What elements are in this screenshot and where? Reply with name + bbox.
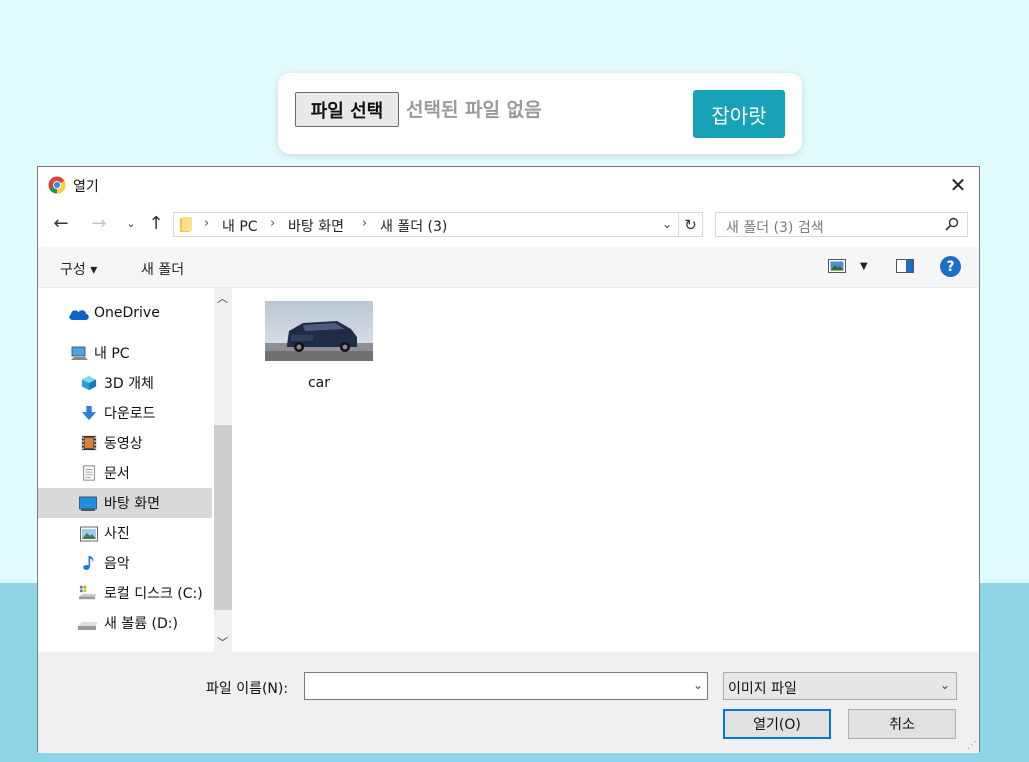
nav-item-downloads[interactable]: 다운로드	[38, 398, 212, 428]
choose-file-button[interactable]: 파일 선택	[295, 92, 399, 127]
nav-item-3d-objects[interactable]: 3D 개체	[38, 368, 212, 398]
nav-item-label: 로컬 디스크 (C:)	[104, 586, 203, 602]
breadcrumb-separator-icon: ›	[204, 216, 210, 231]
nav-item-label: OneDrive	[94, 305, 160, 321]
close-button[interactable]: ✕	[947, 173, 969, 197]
forward-button[interactable]: →	[88, 213, 110, 234]
picture-icon	[80, 526, 98, 542]
navigation-pane: OneDrive 내 PC 3D 개체 다운로드 동영상 문서 바탕 화면 사진…	[38, 288, 214, 652]
filetype-select[interactable]: 이미지 파일 ⌄	[723, 672, 957, 700]
nav-item-pictures[interactable]: 사진	[38, 518, 212, 548]
file-status-text: 선택된 파일 없음	[406, 99, 542, 121]
nav-item-local-disk-c[interactable]: 로컬 디스크 (C:)	[38, 578, 212, 608]
submit-button[interactable]: 잡아랏	[693, 90, 785, 138]
resize-grip-icon[interactable]: ⋰	[967, 740, 977, 751]
nav-item-label: 음악	[104, 556, 130, 572]
help-button[interactable]: ?	[940, 256, 961, 277]
breadcrumb-desktop[interactable]: 바탕 화면	[288, 216, 344, 236]
filetype-chevron-icon: ⌄	[939, 678, 950, 692]
view-options-dropdown-icon[interactable]: ▼	[860, 261, 868, 272]
search-icon	[945, 217, 959, 231]
navigation-bar: ← → ⌄ ↑ › 내 PC › 바탕 화면 › 새 폴더 (3) ⌄ ↻ 새 …	[38, 203, 979, 247]
dialog-title: 열기	[73, 179, 99, 195]
nav-item-label: 동영상	[104, 436, 143, 452]
cancel-button[interactable]: 취소	[848, 709, 956, 739]
drive-icon	[79, 585, 97, 600]
refresh-button[interactable]: ↻	[678, 212, 703, 237]
command-bar: 구성 ▾ 새 폴더 ▼ ?	[38, 247, 979, 288]
nav-item-label: 새 볼륨 (D:)	[104, 616, 178, 632]
nav-item-videos[interactable]: 동영상	[38, 428, 212, 458]
nav-item-volume-d[interactable]: 새 볼륨 (D:)	[38, 608, 212, 638]
scroll-down-chevron-icon[interactable]: ﹀	[217, 634, 228, 650]
up-button[interactable]: ↑	[145, 213, 167, 234]
cube-icon	[81, 375, 97, 391]
search-placeholder: 새 폴더 (3) 검색	[726, 220, 824, 236]
chrome-icon	[48, 176, 66, 194]
scrollbar-thumb[interactable]	[214, 425, 232, 610]
breadcrumb-this-pc[interactable]: 내 PC	[222, 216, 258, 236]
nav-item-label: 사진	[104, 526, 130, 542]
folder-icon	[180, 217, 192, 232]
cloud-icon	[69, 310, 89, 320]
preview-pane-icon[interactable]	[896, 259, 914, 273]
nav-item-onedrive[interactable]: OneDrive	[38, 298, 212, 328]
recent-locations-chevron-icon[interactable]: ⌄	[120, 217, 142, 230]
dialog-footer: 파일 이름(N): ⌄ 이미지 파일 ⌄ 열기(O) 취소 ⋰	[38, 652, 979, 753]
video-icon	[81, 435, 97, 451]
change-view-icon[interactable]	[828, 259, 846, 273]
navigation-scrollbar[interactable]: ︿ ﹀	[214, 288, 232, 652]
scroll-up-chevron-icon[interactable]: ︿	[217, 290, 228, 306]
nav-item-documents[interactable]: 문서	[38, 458, 212, 488]
upload-card: 파일 선택 선택된 파일 없음 잡아랏	[278, 73, 802, 154]
open-button[interactable]: 열기(O)	[723, 709, 831, 739]
filetype-value: 이미지 파일	[728, 681, 797, 697]
breadcrumb-new-folder[interactable]: 새 폴더 (3)	[380, 216, 447, 236]
file-item[interactable]: car	[265, 301, 373, 391]
address-bar[interactable]: › 내 PC › 바탕 화면 › 새 폴더 (3) ⌄	[173, 212, 703, 237]
nav-item-desktop[interactable]: 바탕 화면	[38, 488, 212, 518]
address-dropdown-chevron-icon[interactable]: ⌄	[662, 217, 672, 231]
organize-button[interactable]: 구성 ▾	[60, 259, 97, 279]
music-icon	[83, 555, 94, 570]
filename-input[interactable]: ⌄	[304, 672, 708, 700]
breadcrumb-separator-icon: ›	[362, 216, 368, 231]
new-folder-button[interactable]: 새 폴더	[141, 259, 184, 279]
nav-item-label: 다운로드	[104, 406, 156, 422]
file-open-dialog: 열기 ✕ ← → ⌄ ↑ › 내 PC › 바탕 화면 › 새 폴더 (3) ⌄…	[37, 166, 980, 753]
file-name: car	[307, 375, 331, 391]
desktop-icon	[79, 496, 97, 511]
search-field[interactable]: 새 폴더 (3) 검색	[715, 212, 968, 237]
file-list-area: car	[232, 288, 979, 652]
nav-item-label: 바탕 화면	[104, 496, 160, 512]
back-button[interactable]: ←	[50, 213, 72, 234]
filename-label: 파일 이름(N):	[206, 681, 289, 697]
nav-item-this-pc[interactable]: 내 PC	[38, 338, 212, 368]
nav-item-label: 3D 개체	[104, 376, 154, 392]
filename-dropdown-chevron-icon[interactable]: ⌄	[693, 678, 703, 692]
breadcrumb-separator-icon: ›	[270, 216, 276, 231]
document-icon	[83, 465, 95, 481]
nav-item-label: 내 PC	[94, 346, 130, 362]
car-thumbnail-image	[265, 301, 373, 361]
download-icon	[81, 405, 97, 421]
nav-item-music[interactable]: 음악	[38, 548, 212, 578]
computer-icon	[71, 346, 88, 360]
nav-item-label: 문서	[104, 466, 130, 482]
drive-icon	[78, 622, 98, 630]
dialog-titlebar: 열기 ✕	[38, 167, 979, 203]
